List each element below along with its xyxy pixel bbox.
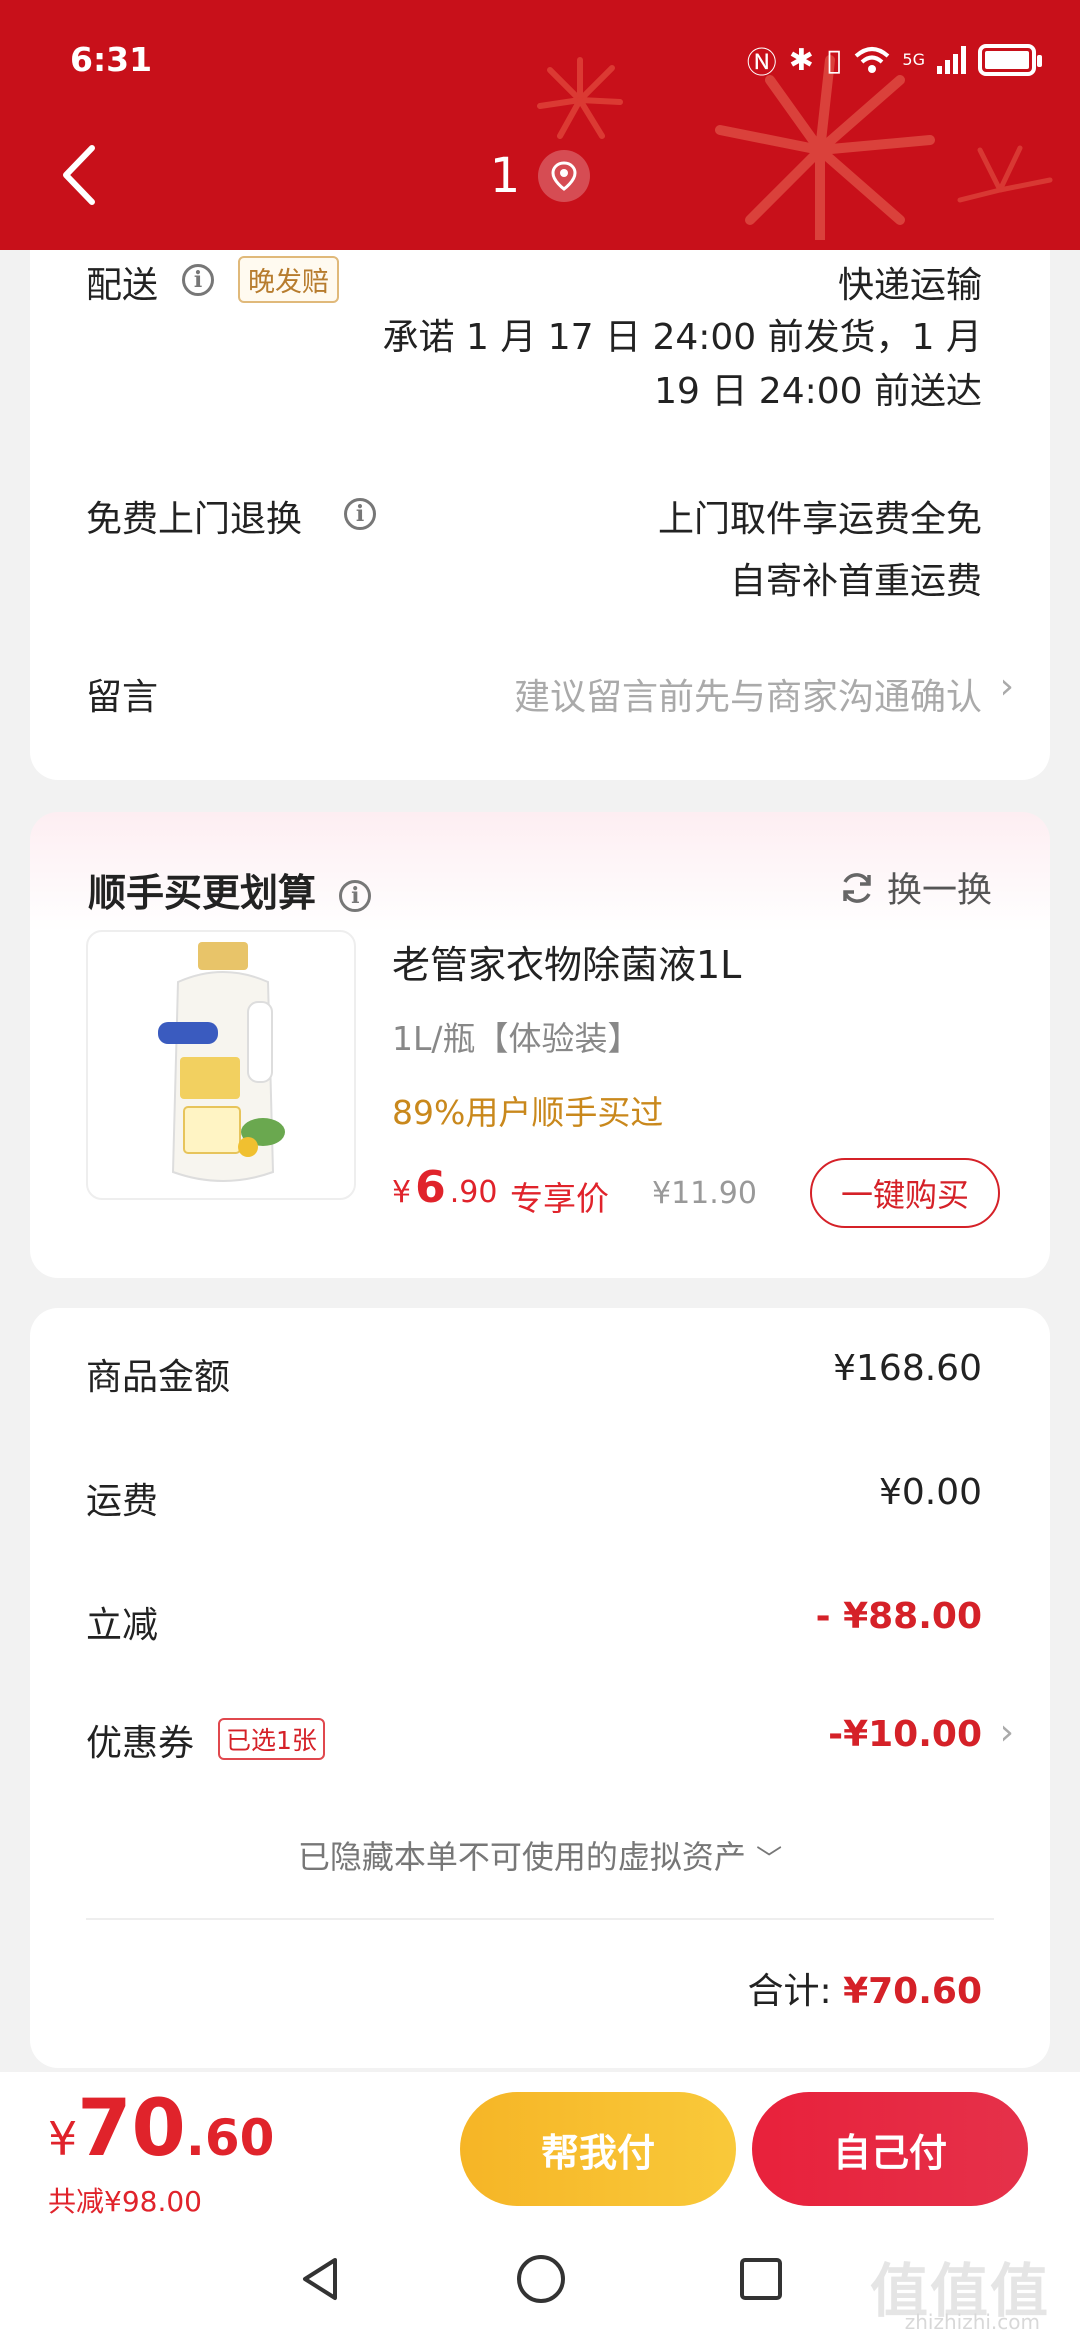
nav-recents-icon[interactable] [737,2255,785,2303]
signal-icon [937,46,966,74]
status-icons: Ⓝ ✱ ▯ 5G [746,38,1042,82]
hidden-assets-text: 已隐藏本单不可使用的虚拟资产 [297,1838,746,1876]
goods-amount-label: 商品金额 [86,1357,231,1398]
help-me-pay-button[interactable]: 帮我付 [460,2092,736,2206]
returns-label: 免费上门退换 [86,499,303,540]
price-currency: ¥ [392,1175,412,1210]
addon-card: 顺手买更划算 i 换一换 老管家衣物除菌液1L 1L/瓶【体验装】 89%用户顺… [30,812,1050,1278]
battery-icon [978,44,1042,76]
header-title-group[interactable]: 1 [0,148,1080,204]
product-price: ¥ 6 .90 [392,1162,497,1213]
total-label: 合计: [747,1971,832,2012]
shipping-label: 运费 [86,1481,159,1522]
detergent-bottle-icon [158,942,285,1182]
coupon-value: -¥10.00 [828,1714,982,1755]
chevron-right-icon: › [999,1712,1014,1753]
nfc-icon: Ⓝ [746,46,777,81]
price-decimal: .90 [449,1175,498,1210]
summary-total: 合计: ¥70.60 [747,1962,982,2014]
bluetooth-icon: ✱ [788,42,814,78]
chevron-right-icon: › [999,666,1014,707]
returns-line1: 上门取件享运费全免 [657,499,982,540]
returns-line2: 自寄补首重运费 [729,561,982,602]
coupon-label: 优惠券 [86,1723,195,1764]
addon-title: 顺手买更划算 i [88,862,372,917]
total-saved: 共减¥98.00 [48,2185,202,2218]
total-value: ¥70.60 [843,1971,982,2012]
swap-button[interactable]: 换一换 [839,862,992,913]
chevron-down-icon: ﹀ [756,1845,783,1875]
price-integer: 6 [415,1162,446,1213]
refresh-icon [843,872,871,903]
exclusive-price-label: 专享价 [510,1179,609,1218]
payable-integer: 70 [77,2084,186,2174]
vibrate-icon: ▯ [825,42,843,78]
payable-amount: ¥ 70 .60 [48,2084,274,2174]
delivery-promise-line2: 19 日 24:00 前送达 [654,371,982,412]
instant-discount-label: 立减 [86,1605,159,1646]
watermark-url: zhizhizhi.com [904,2310,1040,2334]
delivery-promise-line1: 承诺 1 月 17 日 24:00 前发货，1 月 [382,317,982,358]
addon-info-icon[interactable]: i [339,879,372,912]
goods-amount-value: ¥168.60 [833,1348,982,1389]
nav-home-icon[interactable] [515,2253,567,2305]
payable-decimal: .60 [185,2109,275,2167]
summary-divider [86,1918,994,1920]
delivery-label: 配送 [86,265,159,306]
message-placeholder[interactable]: 建议留言前先与商家沟通确认 [514,668,982,720]
one-click-buy-button[interactable]: 一键购买 [810,1158,1000,1228]
network-type: 5G [902,50,925,69]
product-spec: 1L/瓶【体验装】 [392,1019,641,1058]
swap-label: 换一换 [886,871,992,911]
late-compensation-tag: 晚发赔 [238,256,339,303]
price-summary-card: 商品金额 ¥168.60 运费 ¥0.00 立减 - ¥88.00 优惠券 已选… [30,1308,1050,2068]
product-name[interactable]: 老管家衣物除菌液1L [392,934,741,989]
wifi-icon [855,47,890,73]
product-image[interactable] [86,930,356,1200]
returns-info-icon[interactable]: i [344,498,376,530]
nav-back-icon[interactable] [295,2254,345,2304]
location-icon[interactable] [538,150,591,202]
original-price: ¥11.90 [652,1176,757,1211]
page-title: 1 [489,148,521,204]
status-time: 6:31 [70,40,153,79]
message-label: 留言 [86,677,159,718]
hidden-assets-toggle[interactable]: 已隐藏本单不可使用的虚拟资产 ﹀ [30,1832,1050,1878]
app-header: 6:31 Ⓝ ✱ ▯ 5G 1 [0,0,1080,250]
coupon-selected-tag: 已选1张 [218,1718,325,1760]
shipping-value: ¥0.00 [878,1472,982,1513]
delivery-method: 快递运输 [837,265,982,306]
message-row[interactable]: 留言 建议留言前先与商家沟通确认 › [30,650,1050,740]
addon-title-text: 顺手买更划算 [88,871,317,915]
coupon-row[interactable]: 优惠券 已选1张 -¥10.00 › [30,1698,1050,1788]
delivery-info-icon[interactable]: i [182,264,214,296]
payable-currency: ¥ [48,2112,78,2166]
order-info-card: 配送 i 晚发赔 快递运输 承诺 1 月 17 日 24:00 前发货，1 月 … [30,250,1050,780]
pay-myself-button[interactable]: 自己付 [752,2092,1028,2206]
product-popularity: 89%用户顺手买过 [392,1093,664,1132]
instant-discount-value: - ¥88.00 [815,1596,982,1637]
